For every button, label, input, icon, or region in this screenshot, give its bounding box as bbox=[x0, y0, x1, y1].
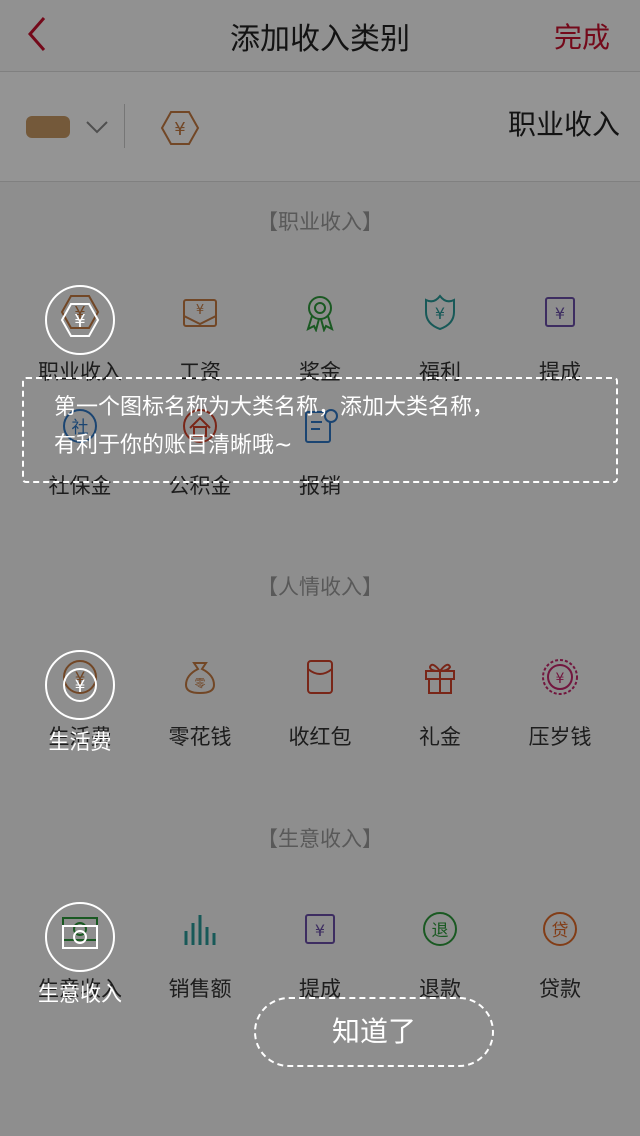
svg-text:¥: ¥ bbox=[75, 677, 86, 697]
svg-text:¥: ¥ bbox=[74, 311, 85, 332]
guide-tip-box: 第一个图标名称为大类名称，添加大类名称， 有利于你的账目清晰哦~ bbox=[22, 377, 618, 483]
highlight-ring bbox=[45, 902, 115, 972]
guide-tip-line: 第一个图标名称为大类名称，添加大类名称， bbox=[54, 395, 495, 420]
highlight-ring: ¥ bbox=[45, 650, 115, 720]
got-it-button[interactable]: 知道了 bbox=[254, 997, 494, 1067]
highlight-label: 生意收入 bbox=[38, 982, 122, 1006]
banknote-icon bbox=[62, 925, 98, 949]
highlight-label: 生活费 bbox=[48, 730, 112, 754]
highlight-ring: ¥ bbox=[45, 285, 115, 355]
yen-circle-icon: ¥ bbox=[63, 668, 97, 702]
yen-hexagon-icon: ¥ bbox=[60, 303, 100, 337]
guide-tip-line: 有利于你的账目清晰哦~ bbox=[54, 433, 293, 458]
